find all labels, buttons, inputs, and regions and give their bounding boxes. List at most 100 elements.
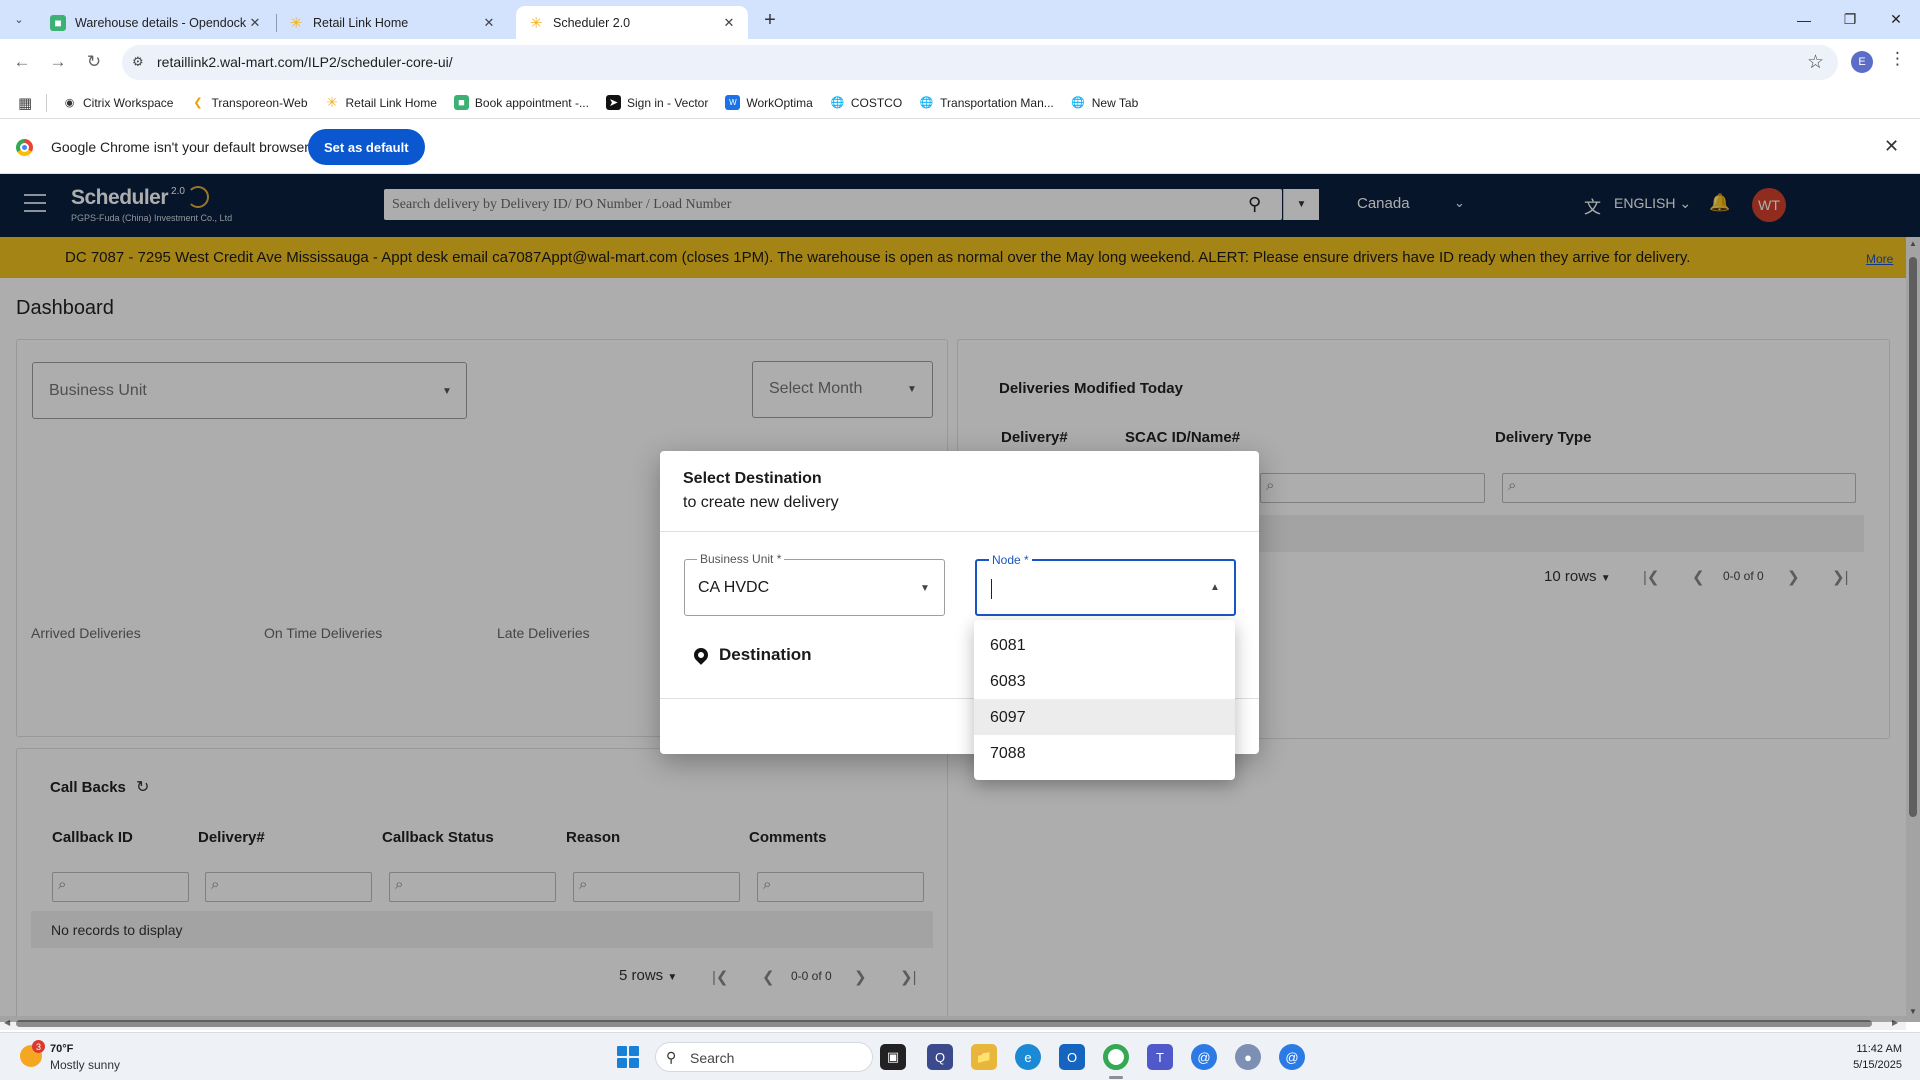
- bookmark-retail-link[interactable]: ✳ Retail Link Home: [325, 94, 437, 110]
- transporeon-icon: ❮: [193, 97, 203, 109]
- browser-toolbar: ← → ↻ ⚙ retaillink2.wal-mart.com/ILP2/sc…: [0, 39, 1920, 86]
- bookmark-label: Transporeon-Web: [211, 95, 308, 110]
- app-icon[interactable]: @: [1191, 1044, 1217, 1070]
- bookmark-label: Retail Link Home: [345, 95, 437, 110]
- bookmark-star-icon[interactable]: ☆: [1807, 51, 1824, 74]
- globe-icon: 🌐: [1071, 97, 1086, 109]
- bookmark-label: New Tab: [1091, 95, 1139, 110]
- bookmark-label: COSTCO: [850, 95, 903, 110]
- opendock-icon: ■: [50, 14, 66, 31]
- bookmark-transportation[interactable]: 🌐 Transportation Man...: [919, 95, 1054, 110]
- taskbar-clock-time[interactable]: 11:42 AM: [1842, 1043, 1902, 1055]
- windows-taskbar: 3 70°F Mostly sunny ⚲ Search ▣ Q 📁 e O T…: [0, 1032, 1920, 1080]
- url-text[interactable]: retaillink2.wal-mart.com/ILP2/scheduler-…: [157, 54, 453, 70]
- reload-icon[interactable]: ↻: [81, 49, 107, 75]
- close-tab-icon[interactable]: ✕: [246, 14, 264, 32]
- node-autocomplete-input[interactable]: Node * ▲: [975, 553, 1236, 616]
- close-infobar-icon[interactable]: ✕: [1884, 136, 1899, 157]
- business-unit-label-text: Business Unit: [700, 552, 774, 566]
- weather-description[interactable]: Mostly sunny: [50, 1058, 120, 1072]
- tab-title: Retail Link Home: [313, 15, 409, 30]
- app-icon[interactable]: @: [1279, 1044, 1305, 1070]
- app-icon[interactable]: Q: [927, 1044, 953, 1070]
- bookmark-label: WorkOptima: [746, 95, 813, 110]
- walmart-spark-icon: ✳: [289, 14, 303, 32]
- forward-arrow-icon[interactable]: →: [45, 49, 71, 75]
- task-view-icon[interactable]: ▣: [880, 1044, 906, 1070]
- opendock-icon: ■: [453, 95, 469, 110]
- browser-tab-retail-link[interactable]: ✳ Retail Link Home ✕: [276, 6, 508, 39]
- bookmark-costco[interactable]: 🌐 COSTCO: [830, 95, 902, 110]
- workoptima-icon: W: [725, 95, 741, 110]
- profile-avatar[interactable]: E: [1851, 51, 1873, 73]
- browser-tab-opendock[interactable]: ■ Warehouse details - Opendock ✕: [38, 6, 274, 39]
- vector-icon: ➤: [605, 95, 621, 110]
- bookmark-transporeon[interactable]: ❮ Transporeon-Web: [190, 95, 307, 110]
- infobar-message: Google Chrome isn't your default browser: [51, 139, 309, 155]
- business-unit-value: CA HVDC: [698, 579, 770, 596]
- text-cursor: [991, 579, 992, 599]
- tab-title: Scheduler 2.0: [553, 15, 631, 30]
- dialog-title: Select Destination: [683, 470, 822, 487]
- bookmark-label: Citrix Workspace: [83, 95, 174, 110]
- bookmark-vector[interactable]: ➤ Sign in - Vector: [605, 95, 709, 110]
- close-tab-icon[interactable]: ✕: [720, 14, 738, 32]
- browser-tab-strip: ⌄ ■ Warehouse details - Opendock ✕ ✳ Ret…: [0, 0, 1920, 39]
- dialog-divider: [660, 531, 1259, 532]
- browser-tab-scheduler[interactable]: ✳ Scheduler 2.0 ✕: [516, 6, 748, 39]
- chrome-logo-icon: [16, 139, 33, 156]
- browser-menu-icon[interactable]: ⋮: [1889, 49, 1906, 69]
- globe-icon: 🌐: [919, 97, 934, 109]
- address-bar[interactable]: ⚙ retaillink2.wal-mart.com/ILP2/schedule…: [122, 45, 1838, 80]
- globe-icon: 🌐: [830, 97, 845, 109]
- walmart-spark-icon: ✳: [529, 14, 543, 32]
- node-option[interactable]: 6097: [974, 699, 1235, 735]
- required-mark: *: [1024, 553, 1029, 567]
- close-tab-icon[interactable]: ✕: [480, 14, 498, 32]
- windows-start-icon[interactable]: [617, 1046, 639, 1068]
- chrome-icon[interactable]: [1103, 1044, 1129, 1070]
- bookmark-label: Sign in - Vector: [626, 95, 709, 110]
- bookmarks-bar: ▦ ◉ Citrix Workspace ❮ Transporeon-Web ✳…: [0, 86, 1920, 119]
- new-tab-plus-icon[interactable]: +: [758, 8, 782, 32]
- outlook-icon[interactable]: O: [1059, 1044, 1085, 1070]
- dropdown-arrow-icon: ▼: [920, 583, 930, 594]
- taskbar-clock-date[interactable]: 5/15/2025: [1842, 1059, 1902, 1071]
- bookmark-new-tab[interactable]: 🌐 New Tab: [1071, 95, 1138, 110]
- default-browser-infobar: Google Chrome isn't your default browser…: [0, 120, 1920, 174]
- bookmark-label: Transportation Man...: [940, 95, 1054, 110]
- business-unit-select[interactable]: Business Unit * CA HVDC ▼: [684, 552, 945, 616]
- citrix-icon: ◉: [64, 97, 75, 109]
- node-label: Node *: [989, 553, 1032, 567]
- dropdown-collapse-arrow-icon[interactable]: ▲: [1210, 582, 1220, 593]
- close-window-icon[interactable]: ✕: [1873, 0, 1919, 39]
- taskbar-search-box[interactable]: ⚲ Search: [655, 1042, 873, 1072]
- site-info-icon[interactable]: ⚙: [132, 54, 144, 70]
- minimize-window-icon[interactable]: —: [1781, 0, 1827, 39]
- destination-label: Destination: [719, 645, 812, 664]
- node-option[interactable]: 7088: [974, 735, 1235, 771]
- back-arrow-icon[interactable]: ←: [9, 49, 35, 75]
- node-option[interactable]: 6083: [974, 663, 1235, 699]
- destination-header: Destination: [691, 645, 812, 665]
- bookmark-citrix[interactable]: ◉ Citrix Workspace: [62, 95, 174, 110]
- file-explorer-icon[interactable]: 📁: [971, 1044, 997, 1070]
- tab-search-chevron-icon[interactable]: ⌄: [8, 8, 30, 30]
- apps-grid-icon[interactable]: ▦: [18, 94, 32, 112]
- restore-window-icon[interactable]: ❐: [1827, 0, 1873, 39]
- teams-icon[interactable]: T: [1147, 1044, 1173, 1070]
- weather-temperature[interactable]: 70°F: [50, 1043, 73, 1055]
- edge-browser-icon[interactable]: e: [1015, 1044, 1041, 1070]
- dialog-subtitle: to create new delivery: [683, 494, 839, 511]
- set-as-default-button[interactable]: Set as default: [308, 129, 425, 165]
- app-icon[interactable]: ●: [1235, 1044, 1261, 1070]
- business-unit-label: Business Unit *: [697, 552, 785, 566]
- node-label-text: Node: [992, 553, 1021, 567]
- bookmark-book-appointment[interactable]: ■ Book appointment -...: [453, 95, 589, 110]
- bookmark-label: Book appointment -...: [474, 95, 589, 110]
- node-option[interactable]: 6081: [974, 627, 1235, 663]
- node-options-dropdown: 6081 6083 6097 7088: [974, 620, 1235, 780]
- tab-title: Warehouse details - Opendock: [75, 15, 246, 30]
- required-mark: *: [776, 552, 782, 566]
- bookmark-workoptima[interactable]: W WorkOptima: [725, 95, 813, 110]
